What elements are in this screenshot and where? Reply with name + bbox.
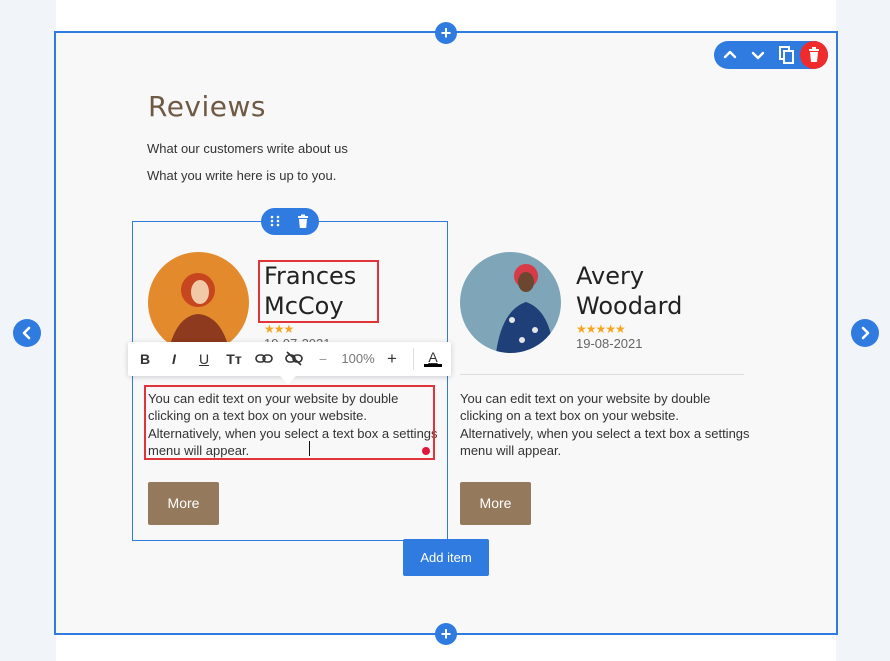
toolbar-divider bbox=[413, 348, 414, 370]
duplicate-button[interactable] bbox=[772, 41, 800, 69]
trash-icon[interactable] bbox=[295, 213, 311, 229]
reviewer-name-line1: Avery bbox=[576, 262, 645, 290]
reviewer-avatar[interactable] bbox=[148, 252, 249, 353]
chevron-left-icon bbox=[22, 326, 31, 340]
review-date[interactable]: 19-08-2021 bbox=[576, 336, 643, 351]
zoom-out-button[interactable]: − bbox=[312, 342, 334, 376]
more-button[interactable]: More bbox=[148, 482, 219, 525]
section-toolbar bbox=[714, 41, 828, 69]
plus-icon: + bbox=[440, 23, 452, 43]
star-rating: ★★★ bbox=[264, 322, 294, 336]
chevron-right-icon bbox=[861, 326, 870, 340]
section-subtitle[interactable]: What our customers write about us bbox=[147, 141, 348, 156]
avatar-image bbox=[460, 252, 561, 353]
unlink-icon bbox=[285, 351, 303, 366]
text-size-button[interactable]: Tт bbox=[222, 342, 246, 376]
resize-handle[interactable] bbox=[422, 447, 430, 455]
zoom-in-button[interactable]: + bbox=[381, 342, 403, 376]
section-description[interactable]: What you write here is up to you. bbox=[147, 168, 336, 183]
section-title[interactable]: Reviews bbox=[148, 90, 266, 123]
review-text[interactable]: You can edit text on your website by dou… bbox=[460, 390, 750, 459]
text-selection-box bbox=[144, 385, 435, 460]
delete-section-button[interactable] bbox=[800, 41, 828, 69]
chevron-down-icon bbox=[751, 51, 765, 60]
toolbar-pointer bbox=[280, 376, 296, 384]
move-down-button[interactable] bbox=[744, 41, 772, 69]
carousel-next-button[interactable] bbox=[851, 319, 879, 347]
italic-button[interactable]: I bbox=[163, 342, 185, 376]
zoom-level: 100% bbox=[341, 351, 375, 366]
link-icon bbox=[255, 354, 273, 363]
add-block-below-button[interactable]: + bbox=[435, 623, 457, 645]
add-block-above-button[interactable]: + bbox=[435, 22, 457, 44]
copy-icon bbox=[779, 46, 794, 64]
link-button[interactable] bbox=[252, 342, 276, 376]
reviewer-name-line2: Woodard bbox=[576, 292, 683, 320]
move-up-button[interactable] bbox=[716, 41, 744, 69]
text-color-icon: A bbox=[428, 349, 438, 365]
avatar-image bbox=[148, 252, 249, 353]
reviewer-name[interactable]: Avery Woodard bbox=[576, 261, 682, 321]
carousel-prev-button[interactable] bbox=[13, 319, 41, 347]
more-button[interactable]: More bbox=[460, 482, 531, 525]
bold-button[interactable]: B bbox=[134, 342, 156, 376]
plus-icon: + bbox=[440, 624, 452, 644]
chevron-up-icon bbox=[723, 50, 737, 59]
text-color-swatch bbox=[424, 364, 442, 367]
text-format-toolbar: B I U Tт − 100% + A bbox=[128, 342, 451, 384]
reviewer-avatar[interactable] bbox=[460, 252, 561, 353]
card-divider bbox=[460, 374, 744, 375]
name-selection-box bbox=[258, 260, 379, 323]
card-toolbar bbox=[261, 208, 319, 235]
add-item-button[interactable]: Add item bbox=[403, 539, 489, 576]
unlink-button[interactable] bbox=[282, 342, 306, 376]
trash-icon bbox=[809, 47, 819, 62]
text-color-button[interactable]: A bbox=[422, 342, 444, 376]
star-rating: ★★★★★ bbox=[576, 322, 626, 336]
drag-handle-icon[interactable] bbox=[267, 213, 283, 229]
text-cursor bbox=[309, 441, 310, 456]
underline-button[interactable]: U bbox=[193, 342, 215, 376]
